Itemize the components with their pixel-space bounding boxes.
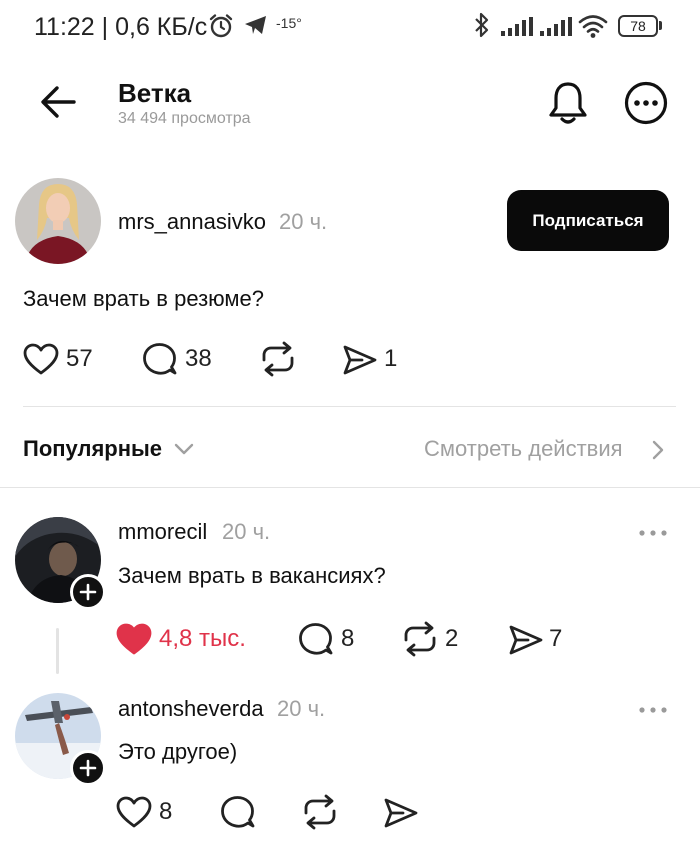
follow-button[interactable]: Подписаться (507, 190, 669, 251)
more-dots-icon[interactable] (638, 529, 668, 537)
reply-time: 20 ч. (222, 519, 271, 544)
repost-icon[interactable] (260, 341, 296, 377)
reply-text: Это другое) (118, 739, 238, 764)
post-share-count: 1 (384, 345, 398, 372)
telegram-icon (244, 15, 268, 35)
share-icon[interactable] (508, 624, 544, 656)
follow-plus-icon[interactable] (70, 574, 106, 610)
reply-time: 20 ч. (277, 696, 326, 721)
status-time: 11:22 | 0,6 КБ/с (34, 13, 208, 41)
reply-author[interactable]: antonsheverda (118, 696, 264, 722)
post-comment-count: 38 (185, 345, 212, 372)
share-icon[interactable] (383, 797, 419, 829)
reply-like-count: 8 (159, 798, 173, 825)
post-author[interactable]: mrs_annasivko (118, 209, 266, 235)
reply-text: Зачем врать в вакансиях? (118, 563, 386, 588)
post-time: 20 ч. (279, 209, 328, 234)
wifi-icon (578, 14, 608, 38)
reply-author[interactable]: mmorecil (118, 519, 207, 545)
comment-icon[interactable] (220, 795, 256, 829)
post-text: Зачем врать в резюме? (23, 286, 265, 311)
repost-icon[interactable] (402, 621, 438, 657)
battery-tip (659, 21, 662, 30)
heart-icon[interactable] (116, 796, 152, 828)
sort-dropdown[interactable]: Популярные (23, 436, 162, 462)
view-activity-link[interactable]: Смотреть действия (424, 436, 623, 462)
view-count: 34 494 просмотра (118, 110, 251, 127)
heart-icon[interactable] (23, 343, 59, 375)
more-dots-icon[interactable] (638, 706, 668, 714)
divider (0, 487, 700, 488)
battery-level: 78 (630, 18, 646, 34)
comment-icon[interactable] (142, 342, 178, 376)
repost-icon[interactable] (302, 794, 338, 830)
more-icon[interactable] (624, 81, 668, 125)
chevron-right-icon[interactable] (652, 440, 664, 460)
avatar[interactable] (15, 178, 101, 264)
reply-share-count: 7 (549, 625, 563, 652)
alarm-icon (208, 14, 234, 38)
share-icon[interactable] (342, 344, 378, 376)
reply-like-count: 4,8 тыс. (159, 625, 246, 652)
follow-plus-icon[interactable] (70, 750, 106, 786)
divider (23, 406, 676, 407)
heart-icon[interactable] (116, 623, 152, 655)
battery-indicator: 78 (618, 15, 658, 37)
bell-icon[interactable] (548, 81, 588, 125)
reply-comment-count: 8 (341, 625, 355, 652)
page-title: Ветка (118, 78, 192, 108)
signal-icon (501, 17, 533, 37)
post-like-count: 57 (66, 345, 93, 372)
signal-icon-2 (540, 17, 572, 37)
comment-icon[interactable] (298, 622, 334, 656)
reply-repost-count: 2 (445, 625, 459, 652)
chevron-down-icon[interactable] (174, 443, 194, 455)
bluetooth-icon (474, 12, 490, 38)
status-temperature: -15° (276, 15, 302, 31)
thread-line (56, 628, 59, 674)
back-arrow-icon[interactable] (40, 85, 76, 119)
